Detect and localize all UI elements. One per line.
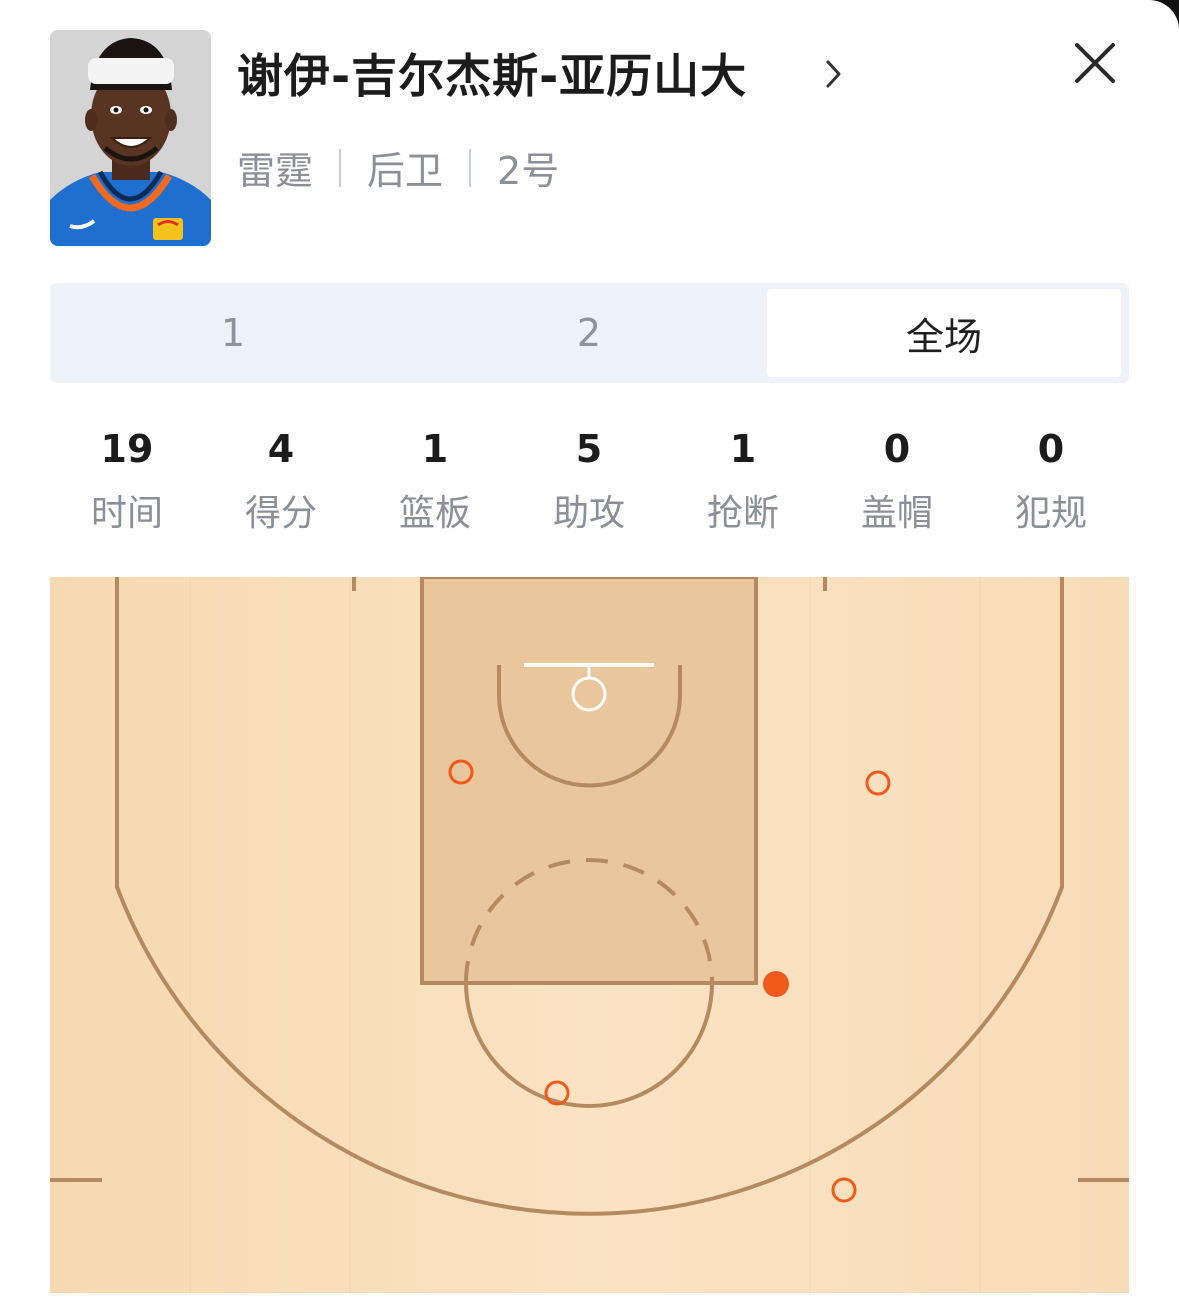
stat-label: 助攻 — [552, 493, 625, 534]
meta-divider — [469, 148, 472, 187]
player-photo — [50, 30, 211, 246]
stat-assists: 5 助攻 — [512, 420, 666, 536]
stat-value: 1 — [729, 427, 757, 471]
chevron-right-icon[interactable] — [820, 54, 848, 94]
tab-period-2[interactable]: 2 — [412, 289, 766, 377]
stat-value: 0 — [883, 427, 911, 471]
period-tabs: 1 2 全场 — [50, 283, 1129, 383]
stat-label: 抢断 — [706, 493, 779, 534]
device-corner — [1149, 0, 1179, 60]
stat-label: 盖帽 — [860, 493, 933, 534]
stat-rebounds: 1 篮板 — [358, 420, 512, 536]
player-meta: 雷霆 后卫 2号 — [237, 140, 559, 195]
stat-label: 得分 — [244, 493, 317, 534]
stat-points: 4 得分 — [204, 420, 358, 536]
stat-value: 5 — [575, 427, 603, 471]
player-avatar — [50, 30, 211, 246]
stat-fouls: 0 犯规 — [974, 420, 1128, 536]
meta-divider — [339, 148, 342, 187]
stat-label: 时间 — [90, 493, 163, 534]
stat-blocks: 0 盖帽 — [820, 420, 974, 536]
close-button[interactable] — [1070, 38, 1120, 88]
stat-value: 4 — [267, 427, 295, 471]
stat-value: 1 — [421, 427, 449, 471]
tab-full-game[interactable]: 全场 — [767, 289, 1121, 377]
stat-label: 犯规 — [1014, 493, 1087, 534]
shot-chart-court — [50, 575, 1129, 1293]
stat-label: 篮板 — [398, 493, 471, 534]
player-number: 2号 — [497, 149, 560, 193]
stat-minutes: 19 时间 — [50, 420, 204, 536]
stat-summary: 19 时间 4 得分 1 篮板 5 助攻 1 抢断 0 盖帽 0 犯规 — [50, 420, 1129, 550]
stat-value: 0 — [1037, 427, 1065, 471]
paint-area — [420, 575, 758, 985]
tab-period-1[interactable]: 1 — [56, 289, 410, 377]
shot-made — [763, 971, 789, 997]
stat-value: 19 — [100, 427, 154, 471]
stat-steals: 1 抢断 — [666, 420, 820, 536]
close-icon — [1075, 43, 1115, 83]
player-name[interactable]: 谢伊-吉尔杰斯-亚历山大 — [237, 40, 747, 106]
player-position: 后卫 — [367, 149, 444, 193]
court-diagram — [50, 575, 1129, 1293]
player-team: 雷霆 — [237, 149, 314, 193]
